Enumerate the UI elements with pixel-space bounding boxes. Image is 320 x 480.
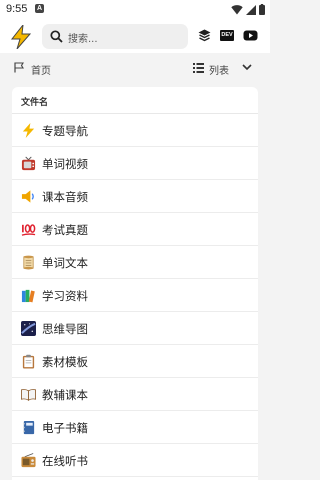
list-item-label: 专题导航 xyxy=(42,124,88,138)
app-header: 搜索... DEV xyxy=(0,20,270,53)
list-item-label: 素材模板 xyxy=(42,355,88,369)
search-icon xyxy=(50,30,63,43)
list-item[interactable]: 课本音频 xyxy=(12,180,258,213)
speaker-icon xyxy=(21,190,34,203)
hundred-points-icon xyxy=(21,224,36,236)
column-header-filename[interactable]: 文件名 xyxy=(21,95,48,108)
breadcrumb-home[interactable]: 首页 xyxy=(31,62,51,77)
list-item[interactable]: 单词视频 xyxy=(12,147,258,180)
file-list: 文件名 专题导航 单词视频 课本音频 考试真题 单词文本 学习资料 思维导图 素… xyxy=(12,87,258,480)
lightning-logo[interactable] xyxy=(10,25,32,49)
scroll-icon xyxy=(23,255,34,270)
tv-icon xyxy=(21,156,36,171)
flag-icon xyxy=(14,62,24,73)
list-item[interactable]: 专题导航 xyxy=(12,114,258,147)
list-item-label: 教辅课本 xyxy=(42,388,88,402)
list-item-label: 单词视频 xyxy=(42,157,88,171)
search-box[interactable]: 搜索... xyxy=(42,24,188,49)
lightning-icon xyxy=(22,123,35,138)
milky-way-icon xyxy=(21,321,36,336)
list-view-icon[interactable] xyxy=(193,63,204,73)
list-item-label: 在线听书 xyxy=(42,454,88,468)
battery-icon xyxy=(259,4,265,15)
list-item-label: 单词文本 xyxy=(42,256,88,270)
list-item[interactable]: 素材模板 xyxy=(12,345,258,378)
list-item[interactable]: 单词文本 xyxy=(12,246,258,279)
list-item[interactable]: 在线听书 xyxy=(12,444,258,477)
list-item[interactable]: 考试真题 xyxy=(12,213,258,246)
status-bar: 9:55 A xyxy=(0,0,270,20)
list-item[interactable]: 思维导图 xyxy=(12,312,258,345)
column-header: 文件名 xyxy=(12,87,258,114)
clipboard-icon xyxy=(22,354,35,369)
youtube-icon[interactable] xyxy=(243,30,258,41)
breadcrumb: 首页 列表 xyxy=(0,53,270,83)
books-icon xyxy=(21,289,35,303)
list-item-label: 课本音频 xyxy=(42,190,88,204)
list-item-label: 学习资料 xyxy=(42,289,88,303)
wifi-icon xyxy=(231,4,243,14)
notification-icon: A xyxy=(35,4,44,13)
list-item[interactable]: 教辅课本 xyxy=(12,378,258,411)
chevron-down-icon[interactable] xyxy=(242,64,252,71)
radio-icon xyxy=(21,453,36,468)
list-item-label: 考试真题 xyxy=(42,223,88,237)
dev-icon-label: DEV xyxy=(221,32,233,38)
open-book-icon xyxy=(21,389,36,401)
list-item[interactable]: 学习资料 xyxy=(12,279,258,312)
list-item-label: 电子书籍 xyxy=(42,421,88,435)
view-mode-label[interactable]: 列表 xyxy=(209,62,229,77)
notebook-icon xyxy=(22,420,35,435)
signal-icon xyxy=(246,4,256,15)
list-item-label: 思维导图 xyxy=(42,322,88,336)
search-input[interactable]: 搜索... xyxy=(68,30,98,45)
layers-icon[interactable] xyxy=(198,29,211,42)
list-item[interactable]: 电子书籍 xyxy=(12,411,258,444)
dev-icon[interactable]: DEV xyxy=(220,30,234,41)
status-time: 9:55 xyxy=(6,3,28,15)
